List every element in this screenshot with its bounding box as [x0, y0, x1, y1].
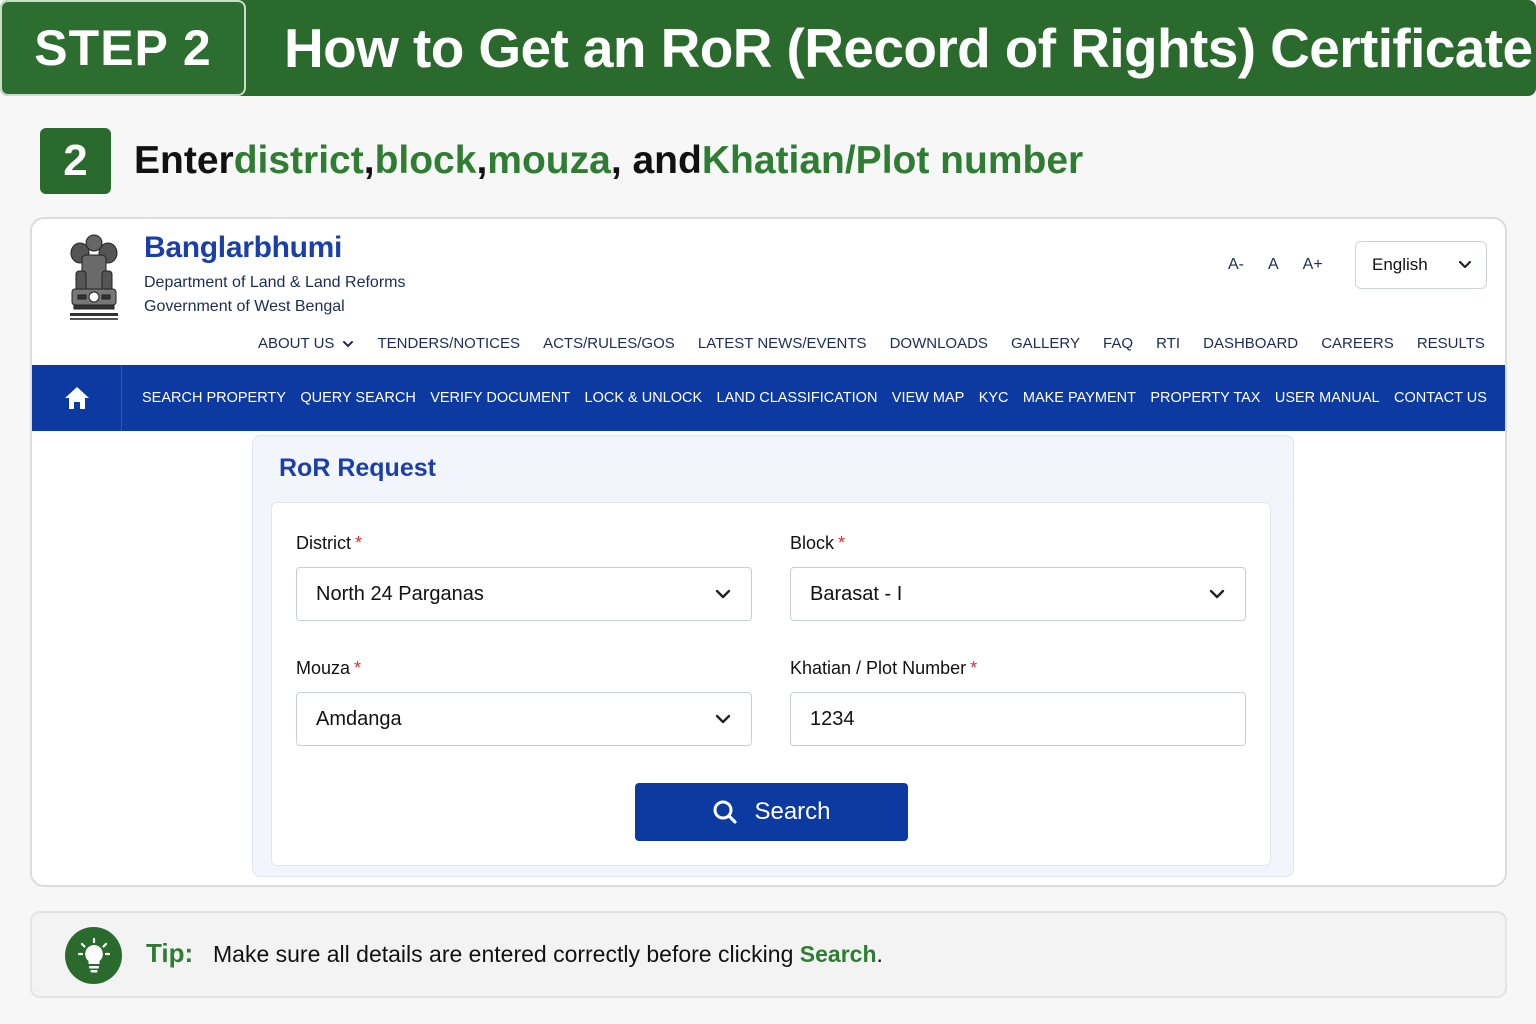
step-banner: STEP 2 How to Get an RoR (Record of Righ… [0, 0, 1536, 96]
khatian-plot-input[interactable]: 1234 [790, 692, 1246, 746]
nav-property-tax[interactable]: PROPERTY TAX [1150, 390, 1260, 406]
mouza-select[interactable]: Amdanga [296, 692, 752, 746]
banner-title: How to Get an RoR (Record of Rights) Cer… [284, 17, 1533, 79]
home-icon [64, 387, 89, 409]
chevron-down-icon [1209, 589, 1225, 599]
required-asterisk: * [355, 533, 363, 553]
banglarbhumi-website: Banglarbhumi Department of Land & Land R… [30, 217, 1507, 887]
nav-land-classification[interactable]: LAND CLASSIFICATION [717, 390, 878, 406]
heading-keyword-block: block [374, 139, 477, 182]
required-asterisk: * [354, 658, 362, 678]
top-nav-about-us[interactable]: ABOUT US [258, 335, 354, 352]
district-label: District * [296, 533, 362, 554]
step-number-badge: 2 [40, 128, 111, 194]
district-select[interactable]: North 24 Parganas [296, 567, 752, 621]
block-label-text: Block [790, 533, 835, 553]
tip-label: Tip: [146, 938, 194, 968]
khatian-label-text: Khatian / Plot Number [790, 658, 967, 678]
heading-part: , [476, 139, 488, 182]
font-increase-button[interactable]: A+ [1303, 256, 1323, 274]
panel-title: RoR Request [279, 454, 436, 482]
heading-part: Enter [134, 139, 234, 182]
step-label: STEP 2 [0, 0, 246, 96]
government-name: Government of West Bengal [144, 298, 345, 315]
top-nav-dashboard[interactable]: DASHBOARD [1203, 335, 1298, 352]
khatian-value: 1234 [810, 707, 855, 730]
heading-keyword-khatian: Khatian/Plot number [701, 139, 1084, 182]
nav-user-manual[interactable]: USER MANUAL [1275, 390, 1380, 406]
heading-keyword-mouza: mouza [487, 139, 611, 182]
top-nav-rti[interactable]: RTI [1156, 335, 1180, 352]
nav-query-search[interactable]: QUERY SEARCH [300, 390, 416, 406]
nav-lock-unlock[interactable]: LOCK & UNLOCK [585, 390, 703, 406]
site-brand-name[interactable]: Banglarbhumi [144, 231, 342, 265]
tip-text-end: . [876, 941, 883, 967]
top-nav-gallery[interactable]: GALLERY [1011, 335, 1080, 352]
heading-part: , [363, 139, 375, 182]
chevron-down-icon [343, 340, 354, 347]
district-value: North 24 Parganas [316, 582, 484, 605]
main-navigation-bar: SEARCH PROPERTY QUERY SEARCH VERIFY DOCU… [32, 365, 1505, 431]
state-emblem-icon [70, 234, 118, 320]
block-select[interactable]: Barasat - I [790, 567, 1246, 621]
khatian-label: Khatian / Plot Number * [790, 658, 977, 679]
font-size-controls: A- A A+ [1228, 256, 1323, 274]
nav-view-map[interactable]: VIEW MAP [892, 390, 965, 406]
top-nav-faq[interactable]: FAQ [1103, 335, 1133, 352]
tip-bar: Tip: Make sure all details are entered c… [30, 911, 1507, 998]
heading-keyword-district: district [233, 139, 364, 182]
ror-request-form: District * North 24 Parganas Block * Baras… [271, 502, 1271, 866]
font-decrease-button[interactable]: A- [1228, 256, 1244, 274]
top-nav-label: ABOUT US [258, 335, 335, 352]
nav-kyc[interactable]: KYC [979, 390, 1009, 406]
required-asterisk: * [970, 658, 978, 678]
chevron-down-icon [715, 714, 731, 724]
nav-verify-document[interactable]: VERIFY DOCUMENT [430, 390, 570, 406]
lightbulb-icon [65, 927, 122, 984]
tip-text-main: Make sure all details are entered correc… [213, 941, 800, 967]
department-name: Department of Land & Land Reforms [144, 274, 406, 291]
mouza-value: Amdanga [316, 707, 402, 730]
tip-keyword: Search [799, 941, 877, 967]
top-nav-acts[interactable]: ACTS/RULES/GOS [543, 335, 675, 352]
block-value: Barasat - I [810, 582, 903, 605]
font-reset-button[interactable]: A [1268, 256, 1279, 274]
top-nav-downloads[interactable]: DOWNLOADS [890, 335, 988, 352]
tip-text: Make sure all details are entered correc… [213, 941, 883, 968]
top-nav-careers[interactable]: CAREERS [1321, 335, 1394, 352]
language-select[interactable]: English [1355, 241, 1487, 289]
home-button[interactable] [32, 365, 122, 431]
nav-make-payment[interactable]: MAKE PAYMENT [1023, 390, 1136, 406]
top-nav-results[interactable]: RESULTS [1417, 335, 1485, 352]
search-button-label: Search [754, 798, 831, 825]
nav-search-property[interactable]: SEARCH PROPERTY [142, 390, 286, 406]
top-nav-news[interactable]: LATEST NEWS/EVENTS [698, 335, 867, 352]
top-nav-tenders[interactable]: TENDERS/NOTICES [377, 335, 520, 352]
top-navigation: ABOUT US TENDERS/NOTICES ACTS/RULES/GOS … [258, 335, 1485, 352]
search-button[interactable]: Search [635, 783, 908, 841]
heading-part: , and [610, 139, 702, 182]
ror-request-panel: RoR Request District * North 24 Parganas … [252, 435, 1294, 877]
nav-contact-us[interactable]: CONTACT US [1394, 390, 1487, 406]
step-heading: Enter district , block , mouza , and Kha… [134, 136, 1083, 186]
district-label-text: District [296, 533, 351, 553]
chevron-down-icon [1458, 260, 1472, 269]
chevron-down-icon [715, 589, 731, 599]
search-icon [713, 800, 738, 824]
mouza-label: Mouza * [296, 658, 361, 679]
block-label: Block * [790, 533, 845, 554]
language-value: English [1372, 255, 1428, 274]
mouza-label-text: Mouza [296, 658, 351, 678]
required-asterisk: * [838, 533, 846, 553]
